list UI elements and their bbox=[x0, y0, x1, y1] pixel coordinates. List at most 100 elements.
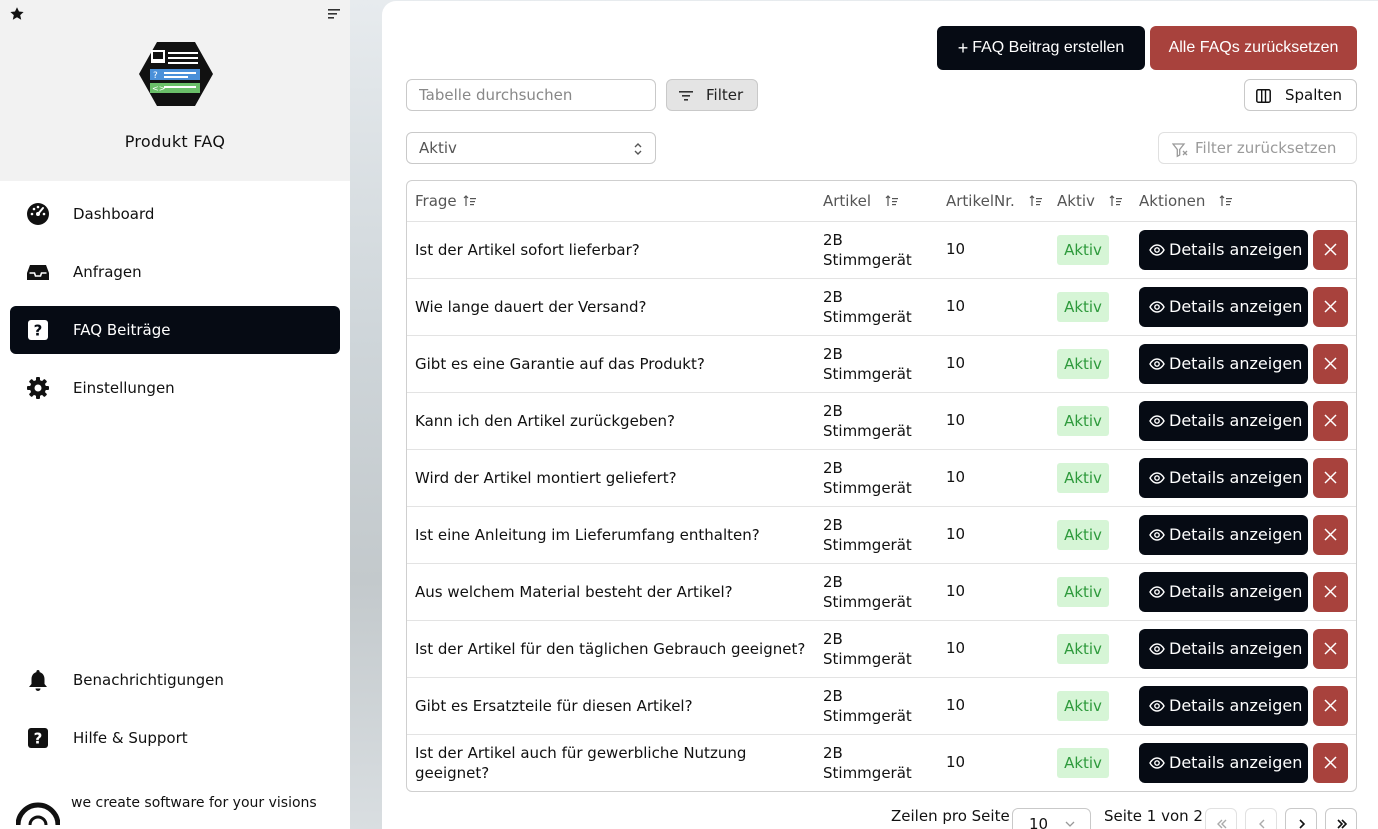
delete-button[interactable] bbox=[1313, 743, 1348, 783]
company-logo bbox=[16, 802, 60, 825]
reset-all-faqs-button[interactable]: Alle FAQs zurücksetzen bbox=[1150, 26, 1357, 70]
nav-item-dashboard[interactable]: Dashboard bbox=[10, 190, 340, 238]
columns-button[interactable]: Spalten bbox=[1244, 79, 1357, 111]
first-page-button[interactable] bbox=[1205, 808, 1237, 829]
next-page-button[interactable] bbox=[1285, 808, 1317, 829]
eye-icon bbox=[1149, 529, 1165, 541]
sort-icon bbox=[1029, 195, 1042, 206]
rows-per-page-select[interactable]: 10 bbox=[1012, 808, 1091, 829]
collapse-menu-icon[interactable] bbox=[326, 6, 342, 22]
previous-page-button[interactable] bbox=[1245, 808, 1277, 829]
cell-artikel-line: 2B bbox=[823, 402, 843, 420]
column-header-artikelnr[interactable]: ArtikelNr. bbox=[946, 192, 1043, 210]
filter-label: Filter bbox=[706, 86, 744, 104]
cell-artikel-line: 2B bbox=[823, 573, 843, 591]
delete-button[interactable] bbox=[1313, 686, 1348, 726]
details-button[interactable]: Details anzeigen bbox=[1139, 458, 1308, 498]
cell-artikel: 2B Stimmgerät bbox=[823, 743, 933, 783]
details-button[interactable]: Details anzeigen bbox=[1139, 686, 1308, 726]
column-header-artikel[interactable]: Artikel bbox=[823, 192, 899, 210]
chevron-right-icon bbox=[1299, 819, 1306, 829]
close-icon bbox=[1324, 243, 1337, 256]
eye-icon bbox=[1149, 358, 1165, 370]
reset-filter-label: Filter zurücksetzen bbox=[1195, 139, 1337, 157]
close-icon bbox=[1324, 528, 1337, 541]
cell-artikel: 2B Stimmgerät bbox=[823, 629, 933, 669]
table-row: Gibt es Ersatzteile für diesen Artikel? 2… bbox=[407, 678, 1356, 735]
close-icon bbox=[1324, 357, 1337, 370]
status-badge: Aktiv bbox=[1057, 292, 1109, 322]
reset-filter-button[interactable]: Filter zurücksetzen bbox=[1158, 132, 1357, 164]
nav-item-einstellungen[interactable]: Einstellungen bbox=[10, 364, 340, 412]
status-badge: Aktiv bbox=[1057, 577, 1109, 607]
column-label: Aktionen bbox=[1139, 192, 1206, 210]
details-label: Details anzeigen bbox=[1169, 240, 1303, 259]
brand-slogan: we create software for your visions bbox=[71, 795, 317, 811]
eye-icon bbox=[1149, 757, 1165, 769]
column-label: Artikel bbox=[823, 192, 872, 210]
cell-artikel-line: Stimmgerät bbox=[823, 365, 912, 383]
chevron-down-icon bbox=[1065, 821, 1075, 827]
cell-frage: Wird der Artikel montiert geliefert? bbox=[415, 469, 677, 487]
main-panel: + FAQ Beitrag erstellen Alle FAQs zurück… bbox=[382, 1, 1378, 829]
sort-icon bbox=[1219, 195, 1233, 206]
details-button[interactable]: Details anzeigen bbox=[1139, 344, 1308, 384]
star-icon[interactable] bbox=[9, 6, 25, 22]
eye-icon bbox=[1149, 301, 1165, 313]
nav-label: Hilfe & Support bbox=[73, 729, 188, 747]
cell-artikel: 2B Stimmgerät bbox=[823, 515, 933, 555]
nav-item-anfragen[interactable]: Anfragen bbox=[10, 248, 340, 296]
status-badge: Aktiv bbox=[1057, 349, 1109, 379]
details-button[interactable]: Details anzeigen bbox=[1139, 287, 1308, 327]
column-header-aktionen[interactable]: Aktionen bbox=[1139, 192, 1233, 210]
cell-artikelnr: 10 bbox=[946, 354, 966, 372]
nav-item-hilfe-support[interactable]: ? Hilfe & Support bbox=[10, 714, 340, 762]
cell-artikelnr: 10 bbox=[946, 297, 966, 315]
cell-artikel: 2B Stimmgerät bbox=[823, 401, 933, 441]
cell-artikel: 2B Stimmgerät bbox=[823, 230, 933, 270]
cell-artikelnr: 10 bbox=[946, 639, 966, 657]
column-label: Frage bbox=[415, 192, 457, 210]
svg-text:?: ? bbox=[34, 730, 43, 748]
delete-button[interactable] bbox=[1313, 629, 1348, 669]
details-button[interactable]: Details anzeigen bbox=[1139, 230, 1308, 270]
filter-button[interactable]: Filter bbox=[666, 79, 758, 111]
column-label: Aktiv bbox=[1057, 192, 1095, 210]
cell-artikel-line: 2B bbox=[823, 345, 843, 363]
gear-icon bbox=[27, 377, 49, 399]
delete-button[interactable] bbox=[1313, 515, 1348, 555]
delete-button[interactable] bbox=[1313, 401, 1348, 441]
table-row: Wird der Artikel montiert geliefert? 2B St… bbox=[407, 450, 1356, 507]
details-button[interactable]: Details anzeigen bbox=[1139, 629, 1308, 669]
details-button[interactable]: Details anzeigen bbox=[1139, 743, 1308, 783]
status-badge: Aktiv bbox=[1057, 691, 1109, 721]
create-faq-button[interactable]: + FAQ Beitrag erstellen bbox=[937, 26, 1145, 70]
filter-clear-icon bbox=[1172, 143, 1188, 158]
cell-frage: Ist der Artikel sofort lieferbar? bbox=[415, 241, 640, 259]
cell-artikel-line: 2B bbox=[823, 687, 843, 705]
column-header-frage[interactable]: Frage bbox=[415, 192, 477, 210]
delete-button[interactable] bbox=[1313, 230, 1348, 270]
last-page-button[interactable] bbox=[1325, 808, 1357, 829]
cell-frage: Aus welchem Material besteht der Artikel… bbox=[415, 583, 733, 601]
dashboard-gauge-icon bbox=[27, 203, 49, 225]
nav-label: FAQ Beiträge bbox=[73, 321, 171, 339]
details-button[interactable]: Details anzeigen bbox=[1139, 401, 1308, 441]
table-search-input[interactable] bbox=[406, 79, 656, 111]
details-button[interactable]: Details anzeigen bbox=[1139, 515, 1308, 555]
table-header: Frage Artikel ArtikelNr. Aktiv Aktionen bbox=[407, 181, 1356, 222]
delete-button[interactable] bbox=[1313, 287, 1348, 327]
nav-item-faq-beitraege[interactable]: ? FAQ Beiträge bbox=[10, 306, 340, 354]
sidebar: ? <> Produkt FAQ Dashboard Anfragen ? FA… bbox=[0, 0, 350, 829]
svg-text:?: ? bbox=[34, 322, 43, 340]
table-row: Ist der Artikel auch für gewerbliche Nut… bbox=[407, 735, 1356, 791]
nav-item-benachrichtigungen[interactable]: Benachrichtigungen bbox=[10, 656, 340, 704]
cell-artikel-line: Stimmgerät bbox=[823, 422, 912, 440]
details-button[interactable]: Details anzeigen bbox=[1139, 572, 1308, 612]
status-select[interactable]: Aktiv bbox=[406, 132, 656, 164]
delete-button[interactable] bbox=[1313, 572, 1348, 612]
delete-button[interactable] bbox=[1313, 344, 1348, 384]
close-icon bbox=[1324, 300, 1337, 313]
column-header-aktiv[interactable]: Aktiv bbox=[1057, 192, 1123, 210]
delete-button[interactable] bbox=[1313, 458, 1348, 498]
